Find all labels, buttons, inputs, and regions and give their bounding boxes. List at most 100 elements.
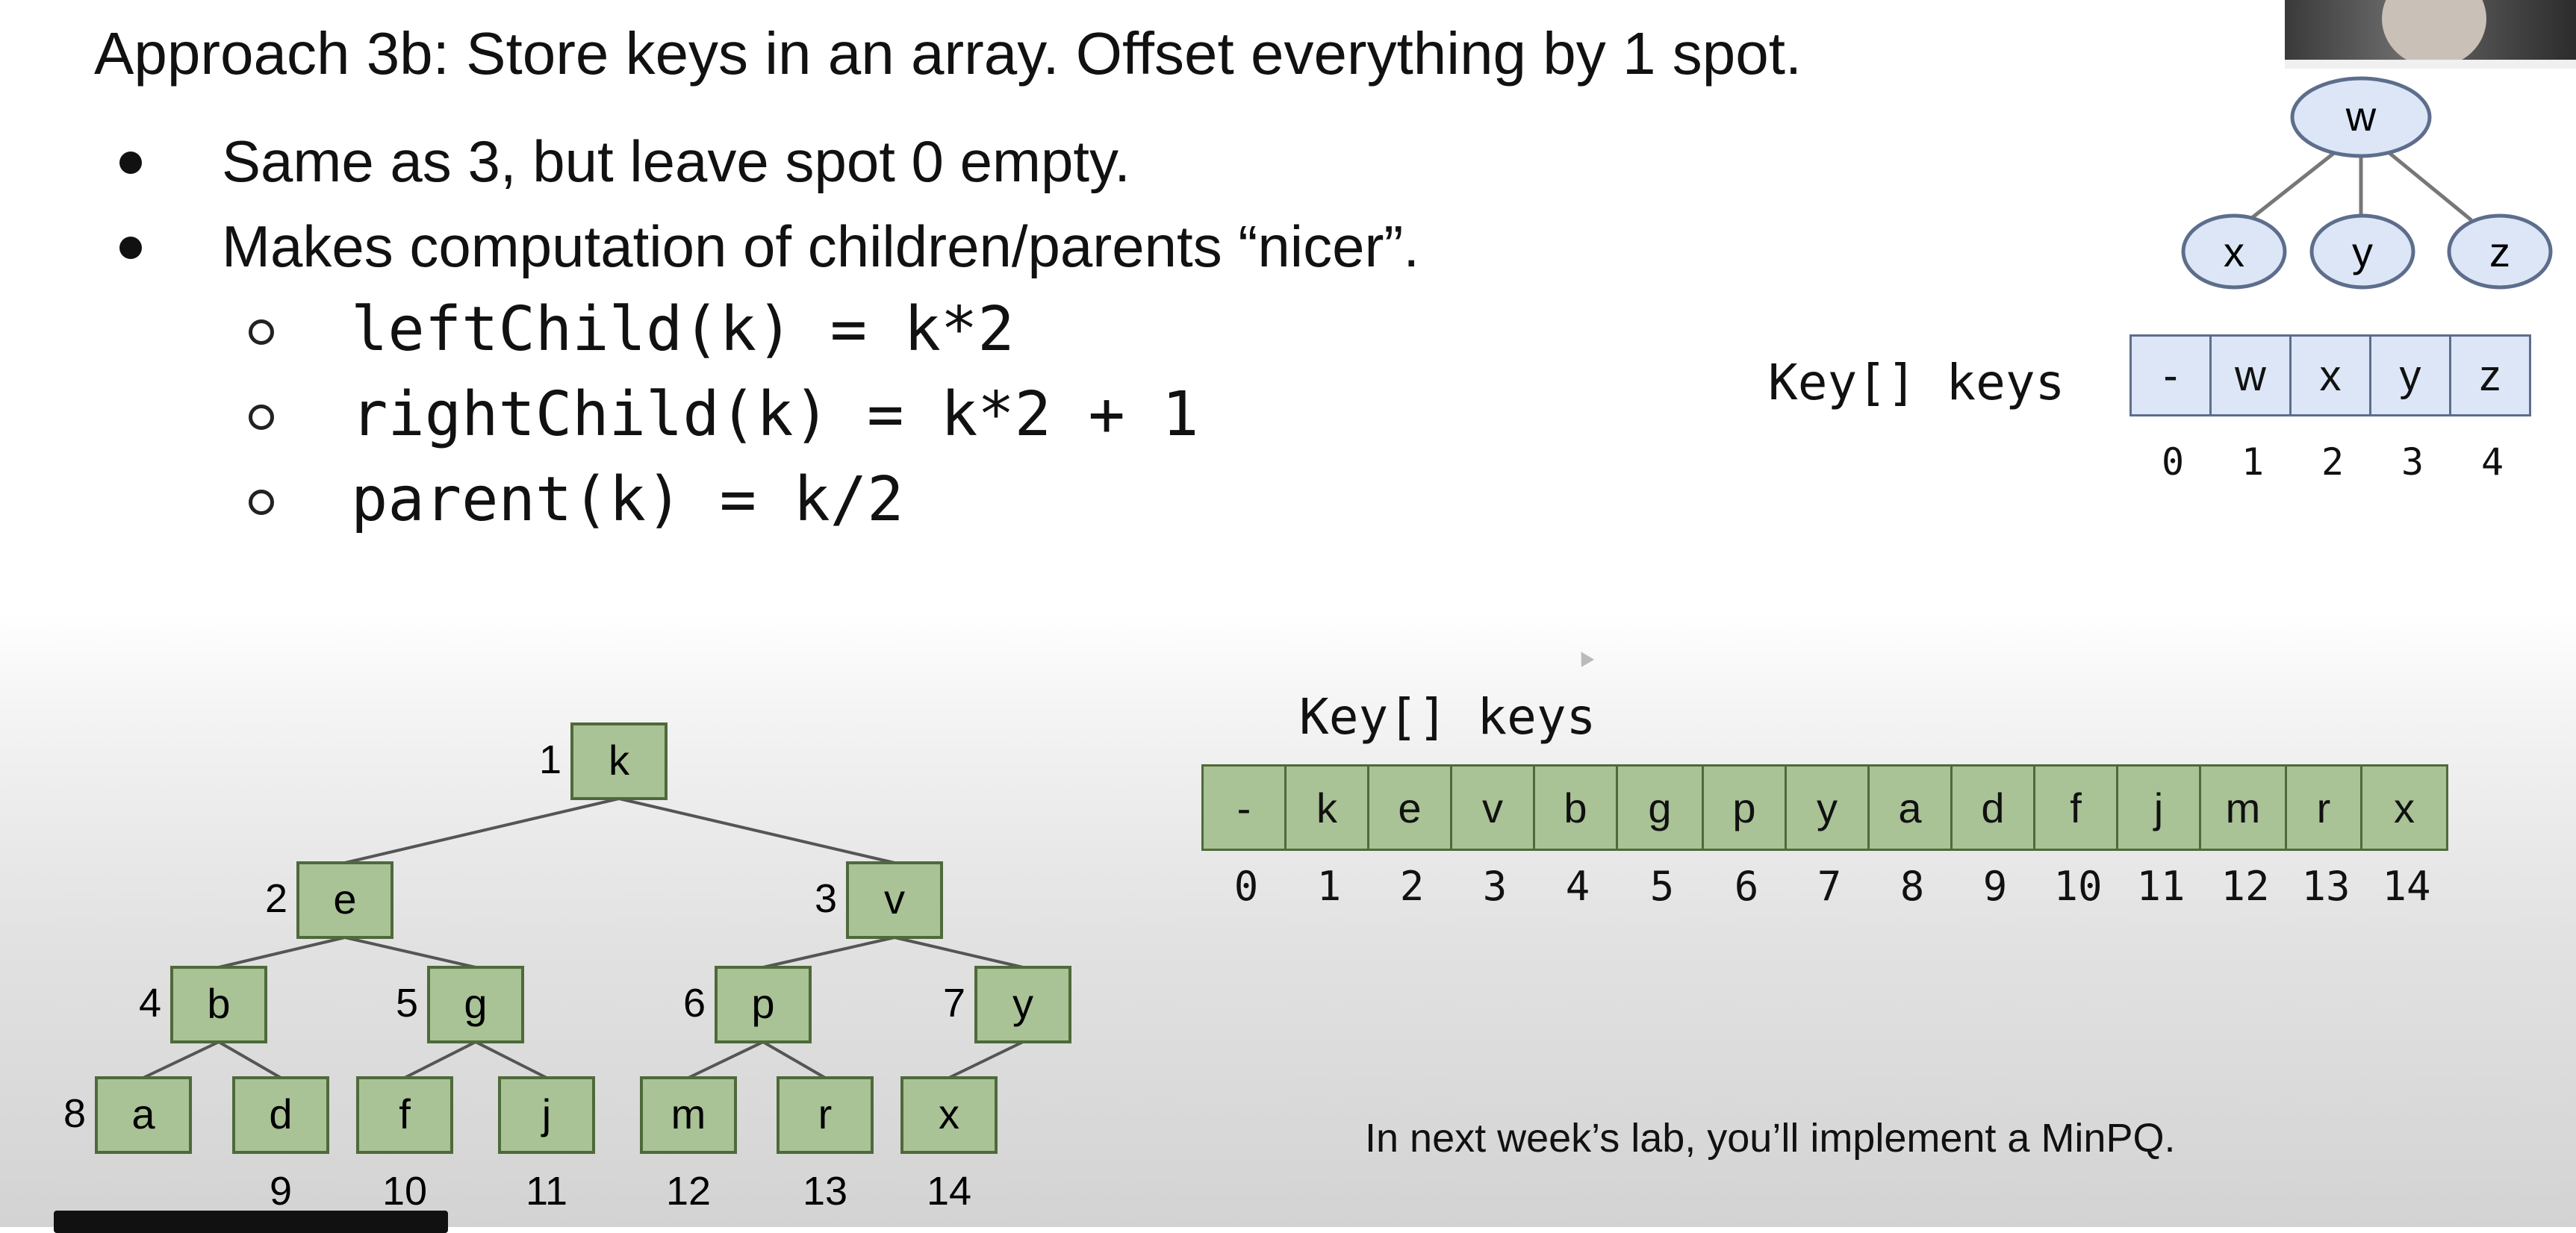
small-array-index-1: 1 <box>2241 440 2265 484</box>
tree-node-10-index: 10 <box>382 1169 427 1214</box>
tree-node-3-index: 3 <box>815 876 837 921</box>
tree-edge-4-8 <box>143 1040 220 1079</box>
tree-node-13-key: r <box>818 1090 833 1137</box>
big-array-index-1: 1 <box>1316 863 1342 910</box>
tree-edge-7-14 <box>948 1040 1024 1079</box>
tree-node-2-key: e <box>333 875 356 923</box>
tree-node-10-key: f <box>399 1090 411 1137</box>
tree-node-8-key: a <box>131 1090 155 1137</box>
tree-edge-6-13 <box>762 1040 827 1079</box>
tree-edge-5-10 <box>404 1040 476 1079</box>
bullet-dot-1 <box>119 152 142 174</box>
tree-node-3-key: v <box>884 875 905 923</box>
big-array-index-11: 11 <box>2136 863 2185 910</box>
small-array-cell-4: z <box>2449 334 2531 416</box>
big-array-index-2: 2 <box>1399 863 1425 910</box>
big-array-cell-13: r <box>2285 764 2362 851</box>
slide: Approach 3b: Store keys in an array. Off… <box>0 0 2576 1233</box>
node-x-label: x <box>2224 228 2244 275</box>
tree-edge-4-9 <box>217 1040 282 1079</box>
big-array-label: Key[] keys <box>1299 688 1596 746</box>
edge-w-x <box>2247 152 2336 222</box>
big-array-index-7: 7 <box>1817 863 1842 910</box>
tree-edge-5-11 <box>475 1040 547 1079</box>
node-w-label: w <box>2345 93 2377 140</box>
tree-node-6-key: p <box>751 980 774 1027</box>
big-array-index-5: 5 <box>1649 863 1675 910</box>
big-array-cell-12: m <box>2199 764 2287 851</box>
tree-node-14-index: 14 <box>927 1169 971 1214</box>
tree-node-8-index: 8 <box>63 1091 86 1136</box>
formula-right-child: rightChild(k) = k*2 + 1 <box>351 379 1199 450</box>
tree-node-7-index: 7 <box>943 981 965 1026</box>
sub-bullet-circle-3 <box>249 490 274 515</box>
tree-node-7-key: y <box>1012 980 1033 1027</box>
tree-node-5-index: 5 <box>396 981 418 1026</box>
webcam-thumbnail <box>2285 0 2576 69</box>
tree-edge-1-3 <box>618 797 895 864</box>
mouse-cursor-icon <box>1574 648 1595 667</box>
tree-node-11-key: j <box>541 1090 551 1137</box>
big-array-index-4: 4 <box>1565 863 1590 910</box>
big-array-index-12: 12 <box>2221 863 2270 910</box>
tree-node-4-index: 4 <box>139 981 161 1026</box>
tree-node-13-index: 13 <box>803 1169 847 1214</box>
small-tree-diagram: w x y z <box>2181 76 2553 290</box>
presenter-face <box>2382 0 2486 67</box>
tree-node-1-key: k <box>609 737 630 784</box>
big-array-index-9: 9 <box>1982 863 2008 910</box>
big-array-cell-3: v <box>1450 764 1535 851</box>
tree-node-12-index: 12 <box>666 1169 711 1214</box>
tree-edge-2-5 <box>344 936 476 969</box>
big-array-index-3: 3 <box>1482 863 1508 910</box>
big-array-cell-0: - <box>1201 764 1287 851</box>
small-array-index-2: 2 <box>2321 440 2345 484</box>
small-array-index-0: 0 <box>2161 440 2185 484</box>
small-array-cell-1: w <box>2209 334 2292 416</box>
small-array-index-4: 4 <box>2480 440 2504 484</box>
tree-node-4-key: b <box>207 980 230 1027</box>
node-y-label: y <box>2352 228 2373 275</box>
slide-title: Approach 3b: Store keys in an array. Off… <box>94 20 1802 87</box>
tree-edge-6-12 <box>688 1040 764 1079</box>
big-key-array: -kevbgpyadfjmrx <box>1201 764 2448 851</box>
big-array-index-13: 13 <box>2301 863 2351 910</box>
tree-node-9-index: 9 <box>270 1169 292 1214</box>
video-caption-bar <box>54 1211 448 1233</box>
big-array-cell-6: p <box>1702 764 1787 851</box>
tree-node-12-key: m <box>671 1090 706 1137</box>
tree-edge-1-2 <box>344 797 620 864</box>
big-array-cell-2: e <box>1367 764 1452 851</box>
tree-node-1-index: 1 <box>539 737 561 782</box>
big-array-cell-4: b <box>1533 764 1618 851</box>
big-array-cell-14: x <box>2360 764 2448 851</box>
tree-node-9-key: d <box>269 1090 292 1137</box>
node-z-label: z <box>2489 228 2510 275</box>
big-tree-diagram: k 1 e 2 v 3 b 4 g 5 p6 y 7 a8 d 9 f 10 j 11 m 12 r 13 x 14 <box>63 722 1071 1214</box>
formula-parent: parent(k) = k/2 <box>351 464 904 535</box>
big-array-cell-1: k <box>1284 764 1369 851</box>
big-array-index-10: 10 <box>2053 863 2103 910</box>
big-array-cell-11: j <box>2116 764 2201 851</box>
big-array-index-0: 0 <box>1233 863 1259 910</box>
bullet-dot-2 <box>119 237 142 259</box>
sub-bullet-circle-2 <box>249 405 274 430</box>
edge-w-z <box>2388 152 2473 222</box>
big-array-index-14: 14 <box>2382 863 2431 910</box>
big-array-cell-10: f <box>2033 764 2118 851</box>
small-array-label: Key[] keys <box>1768 354 2065 411</box>
bullet-text-1: Same as 3, but leave spot 0 empty. <box>222 128 1130 194</box>
formula-left-child: leftChild(k) = k*2 <box>351 294 1015 365</box>
small-array-cell-3: y <box>2369 334 2451 416</box>
big-array-cell-7: y <box>1785 764 1870 851</box>
lab-note: In next week’s lab, you’ll implement a M… <box>1365 1116 2176 1161</box>
big-array-cell-9: d <box>1950 764 2035 851</box>
sub-bullet-circle-1 <box>249 319 274 345</box>
big-array-cell-5: g <box>1616 764 1704 851</box>
tree-edge-3-7 <box>894 936 1024 969</box>
tree-node-5-key: g <box>464 980 487 1027</box>
tree-edge-3-6 <box>762 936 895 969</box>
tree-node-6-index: 6 <box>683 981 706 1026</box>
small-array-cell-2: x <box>2289 334 2371 416</box>
small-array-cell-0: - <box>2129 334 2212 416</box>
